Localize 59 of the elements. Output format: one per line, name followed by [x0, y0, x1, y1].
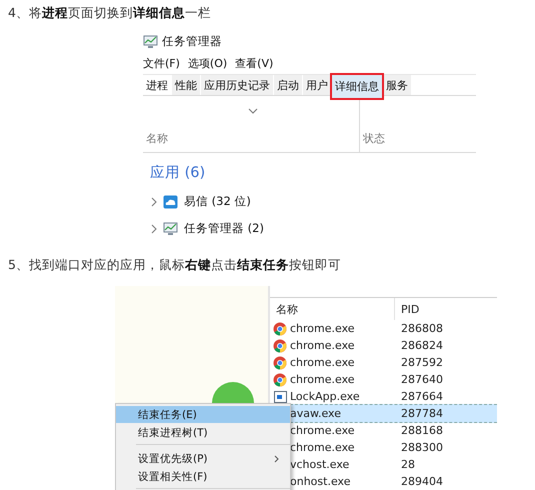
pid-text: 286808: [400, 322, 444, 335]
tab[interactable]: 性能: [172, 75, 200, 95]
process-name: chrome.exe: [290, 339, 355, 352]
tab[interactable]: 用户: [303, 75, 331, 95]
process-name: 任务管理器 (2): [184, 221, 264, 236]
chrome-icon: [273, 356, 287, 370]
tab[interactable]: 详细信息: [332, 75, 382, 98]
pid-text: 288168: [400, 424, 444, 437]
window-icon: [274, 390, 286, 402]
tab[interactable]: 应用历史记录: [201, 75, 273, 95]
pid-text: 287784: [400, 407, 444, 420]
column-header[interactable]: 名称: [146, 131, 168, 146]
process-name: onhost.exe: [290, 475, 350, 488]
menu-item[interactable]: 文件(F): [143, 56, 180, 70]
process-name: vchost.exe: [290, 458, 350, 471]
process-row[interactable]: chrome.exe 286824: [270, 336, 497, 355]
column-header[interactable]: 名称: [270, 298, 395, 320]
pid-text: 289404: [400, 475, 444, 488]
menu-item[interactable]: 选项(O): [188, 56, 228, 70]
menu-item[interactable]: 查看(V): [235, 56, 274, 70]
chrome-icon: [273, 372, 287, 386]
chevron-right-icon[interactable]: [151, 196, 157, 206]
process-name: chrome.exe: [290, 441, 355, 454]
pid-text: 287664: [400, 390, 444, 403]
chrome-icon: [273, 338, 287, 352]
pid-text: 288300: [400, 441, 444, 454]
pid-text: 28: [400, 458, 416, 471]
process-name: chrome.exe: [290, 356, 355, 369]
chevron-down-icon: [248, 108, 258, 114]
process-name: chrome.exe: [290, 373, 355, 386]
process-name: chrome.exe: [290, 424, 355, 437]
monitor-icon: [163, 222, 178, 235]
window-title: 任务管理器: [162, 34, 222, 48]
process-name: 易信 (32 位): [184, 194, 251, 209]
column-header[interactable]: 状态: [363, 131, 385, 146]
group-title: 应用 (6): [150, 164, 206, 182]
monitor-icon: [143, 34, 158, 48]
tab[interactable]: 启动: [274, 75, 302, 95]
chrome-icon: [273, 322, 287, 336]
process-name: avaw.exe: [290, 407, 341, 420]
step-instruction: 4、将进程页面切换到详细信息一栏: [8, 4, 212, 22]
column-header[interactable]: PID: [395, 298, 497, 320]
process-row[interactable]: chrome.exe 287592: [270, 353, 497, 372]
process-name: chrome.exe: [290, 322, 355, 335]
menu-item[interactable]: 设置相关性(F): [116, 468, 290, 490]
menu-item[interactable]: 设置优先级(P): [116, 450, 290, 467]
pid-text: 287592: [400, 356, 444, 369]
cloud-icon: [163, 194, 178, 208]
chevron-right-icon[interactable]: [151, 224, 157, 234]
pid-text: 287640: [400, 373, 444, 386]
menu-item[interactable]: 结束任务(E): [116, 406, 290, 423]
menu-item[interactable]: 结束进程树(T): [116, 424, 290, 449]
process-row[interactable]: chrome.exe 287640: [270, 370, 497, 389]
pid-text: 286824: [400, 339, 444, 352]
tab[interactable]: 服务: [383, 75, 411, 95]
process-name: LockApp.exe: [290, 390, 360, 403]
process-row[interactable]: LockApp.exe 287664: [270, 387, 497, 406]
process-row[interactable]: chrome.exe 286808: [270, 319, 497, 338]
step-instruction: 5、找到端口对应的应用，鼠标右键点击结束任务按钮即可: [8, 256, 342, 274]
